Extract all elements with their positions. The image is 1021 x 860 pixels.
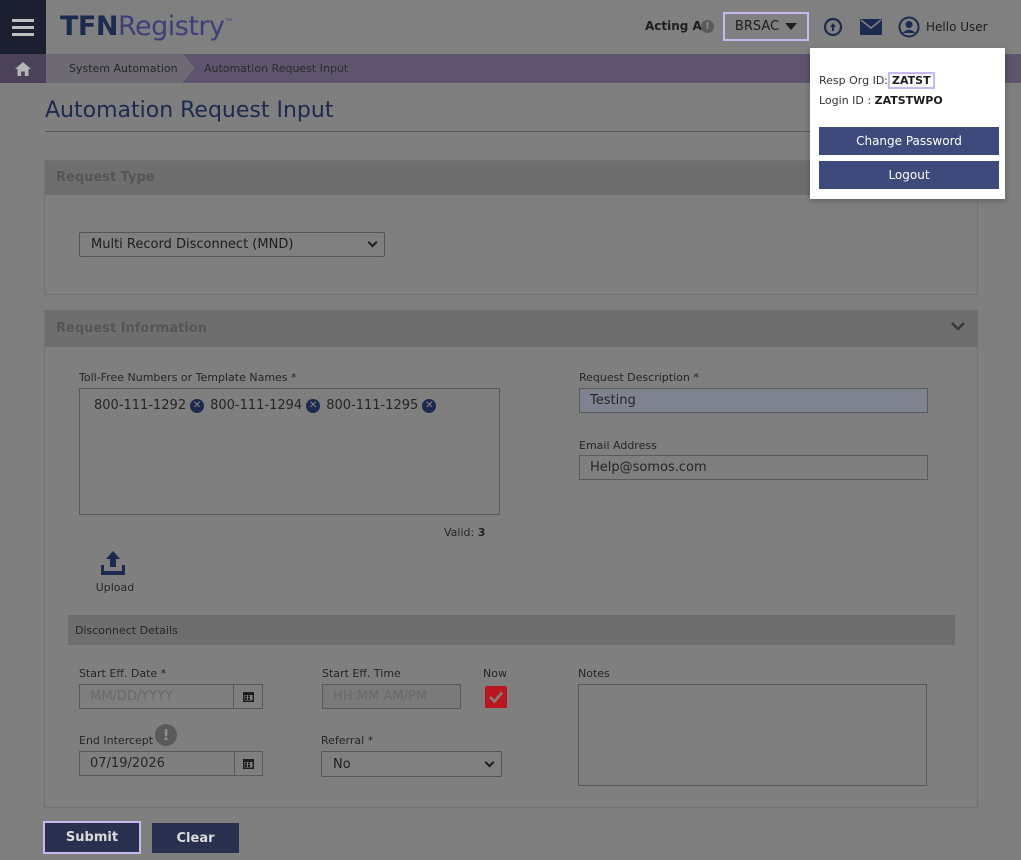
- end-intercept-input[interactable]: 07/19/2026: [79, 751, 235, 776]
- submit-button[interactable]: Submit: [43, 821, 141, 854]
- description-label: Request Description *: [579, 371, 699, 384]
- home-button[interactable]: [0, 54, 46, 83]
- breadcrumb-system-automation[interactable]: System Automation: [46, 54, 195, 83]
- notes-label: Notes: [578, 667, 610, 680]
- now-checkbox[interactable]: [485, 686, 507, 708]
- now-label: Now: [483, 667, 507, 680]
- request-type-value: Multi Record Disconnect (MND): [91, 237, 294, 252]
- disconnect-details-title: Disconnect Details: [75, 624, 178, 637]
- number-tag: 800-111-1294 ✕: [210, 398, 321, 413]
- user-greeting[interactable]: Hello User: [926, 20, 988, 34]
- start-time-input[interactable]: HH:MM AM/PM: [322, 684, 461, 709]
- tfn-input-area[interactable]: 800-111-1292 ✕ 800-111-1294 ✕ 800-111-1295 ✕: [79, 388, 500, 515]
- start-date-calendar-button[interactable]: [233, 684, 263, 709]
- email-label: Email Address: [579, 439, 657, 452]
- login-id-label: Login ID :: [819, 94, 872, 107]
- remove-tag-icon[interactable]: ✕: [306, 398, 321, 413]
- calendar-icon: [243, 759, 254, 769]
- tfn-label: Toll-Free Numbers or Template Names *: [79, 371, 297, 384]
- app-logo[interactable]: TFNRegistry™: [60, 11, 233, 42]
- number-tag-text: 800-111-1292: [94, 398, 187, 413]
- number-tag-text: 800-111-1294: [210, 398, 303, 413]
- resp-org-line: Resp Org ID: ZATST: [819, 72, 935, 89]
- acting-as-label: Acting As: [645, 19, 709, 33]
- valid-label: Valid:: [444, 526, 475, 539]
- number-tag-text: 800-111-1295: [326, 398, 419, 413]
- remove-tag-icon[interactable]: ✕: [422, 398, 437, 413]
- end-intercept-label: End Intercept: [79, 734, 154, 747]
- clear-button[interactable]: Clear: [152, 823, 239, 853]
- number-tag: 800-111-1295 ✕: [326, 398, 437, 413]
- referral-value: No: [333, 756, 351, 772]
- user-dropdown-menu: Resp Org ID: ZATST Login ID : ZATSTWPO Ch…: [810, 48, 1005, 199]
- number-tag: 800-111-1292 ✕: [94, 398, 205, 413]
- acting-as-dropdown[interactable]: BRSAC: [723, 12, 809, 41]
- caret-down-icon: [785, 23, 798, 30]
- chevron-down-icon: [484, 757, 495, 767]
- logo-registry: Registry: [117, 11, 225, 42]
- valid-number: 3: [477, 526, 486, 539]
- hamburger-menu-button[interactable]: [0, 0, 46, 54]
- info-icon[interactable]: !: [701, 20, 714, 33]
- collapse-chevron-icon[interactable]: [951, 321, 965, 335]
- description-input[interactable]: Testing: [579, 388, 928, 413]
- login-id-value: ZATSTWPO: [874, 94, 943, 107]
- resp-org-label: Resp Org ID:: [819, 74, 889, 87]
- upload-button[interactable]: Upload: [95, 550, 135, 595]
- change-password-button[interactable]: Change Password: [819, 127, 999, 155]
- upload-icon: [101, 551, 125, 575]
- end-intercept-calendar-button[interactable]: [234, 751, 263, 776]
- page-title: Automation Request Input: [45, 98, 334, 123]
- logo-trademark: ™: [224, 18, 234, 28]
- calendar-icon: [242, 692, 254, 702]
- home-icon: [15, 61, 31, 76]
- disconnect-details-header: Disconnect Details: [68, 615, 955, 645]
- start-date-input[interactable]: MM/DD/YYYY: [79, 684, 234, 709]
- resp-org-value: ZATST: [888, 72, 935, 89]
- email-input[interactable]: Help@somos.com: [579, 455, 928, 480]
- remove-tag-icon[interactable]: ✕: [190, 398, 205, 413]
- login-id-line: Login ID : ZATSTWPO: [819, 94, 943, 107]
- hamburger-icon: [12, 15, 34, 40]
- mail-icon[interactable]: [860, 16, 882, 38]
- checkmark-icon: [489, 691, 503, 704]
- start-date-label: Start Eff. Date *: [79, 667, 167, 680]
- request-information-header: Request Information: [45, 311, 977, 347]
- refresh-icon[interactable]: [822, 16, 844, 38]
- warning-icon[interactable]: !: [155, 724, 177, 746]
- chevron-down-icon: [367, 237, 378, 248]
- notes-textarea[interactable]: [578, 684, 927, 786]
- logo-tfn: TFN: [60, 11, 118, 42]
- breadcrumb-current-page: Automation Request Input: [204, 62, 349, 75]
- acting-as-value: BRSAC: [734, 19, 780, 34]
- request-type-select[interactable]: Multi Record Disconnect (MND): [79, 232, 385, 257]
- upload-label: Upload: [95, 581, 135, 594]
- start-time-label: Start Eff. Time: [322, 667, 401, 680]
- referral-label: Referral *: [321, 734, 374, 747]
- user-avatar-icon[interactable]: [898, 16, 920, 38]
- logout-button[interactable]: Logout: [819, 161, 999, 189]
- referral-select[interactable]: No: [321, 751, 502, 777]
- valid-count: Valid: 3: [444, 526, 485, 539]
